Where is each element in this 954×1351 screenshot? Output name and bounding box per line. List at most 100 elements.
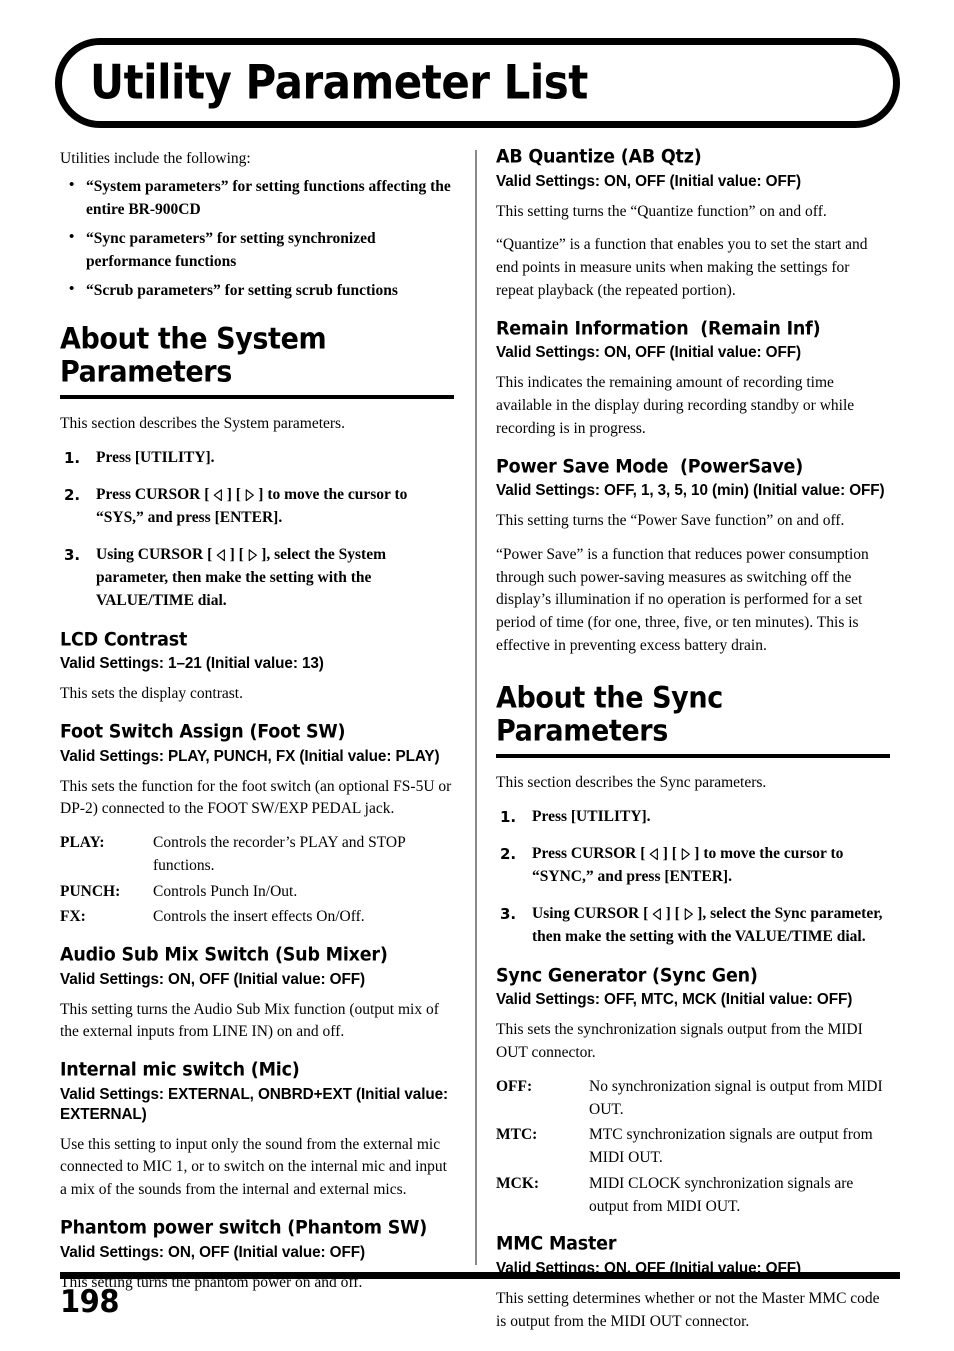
- step-number: 3.: [500, 904, 517, 923]
- parameter-description: This setting determines whether or not t…: [496, 1289, 880, 1330]
- section-heading-sync: About the Sync Parameters: [496, 680, 723, 748]
- procedure-step: 1. Press [UTILITY].: [60, 447, 454, 470]
- section-heading-system: About the System Parameters: [60, 321, 327, 390]
- step-text: Press [UTILITY].: [532, 807, 651, 825]
- right-column: AB Quantize (AB Qtz) Valid Settings: ON, …: [496, 146, 890, 1344]
- cursor-right-icon: [245, 489, 255, 502]
- step-number: 3.: [64, 545, 81, 564]
- sync-section-lead: This section describes the Sync paramete…: [496, 774, 767, 792]
- definition-description: MIDI CLOCK synchronization signals are o…: [589, 1174, 854, 1215]
- definition-term: MCK:: [496, 1174, 540, 1192]
- step-text: Using CURSOR [ ] [ ], select the Sync pa…: [532, 904, 883, 945]
- cursor-left-icon: [649, 848, 659, 861]
- procedure-step: 2. Press CURSOR [ ] [ ] to move the curso…: [496, 843, 890, 889]
- cursor-left-icon: [213, 489, 223, 502]
- definition-description: Controls the insert effects On/Off.: [153, 908, 365, 926]
- parameter-value-definitions: PLAY: Controls the recorder’s PLAY and ST…: [60, 832, 454, 929]
- step-number: 2.: [500, 844, 517, 863]
- cursor-left-icon: [216, 549, 226, 562]
- system-section-lead: This section describes the System parame…: [60, 415, 345, 433]
- definition-description: Controls Punch In/Out.: [153, 882, 298, 900]
- parameter-block: AB Quantize (AB Qtz) Valid Settings: ON, …: [496, 146, 890, 303]
- parameter-name: Power Save Mode (PowerSave): [496, 455, 804, 478]
- parameter-description: This sets the display contrast.: [60, 685, 243, 703]
- definition-row: PUNCH: Controls Punch In/Out.: [60, 881, 454, 904]
- page-title: Utility Parameter List: [90, 55, 588, 110]
- parameter-valid-settings: Valid Settings: OFF, 1, 3, 5, 10 (min) (…: [496, 482, 885, 500]
- cursor-right-icon: [681, 848, 691, 861]
- parameter-description: This setting turns the Audio Sub Mix fun…: [60, 1000, 439, 1041]
- page-title-banner: Utility Parameter List: [55, 38, 900, 128]
- sync-steps-list: 1. Press [UTILITY]. 2. Press CURSOR [ ] [ ]…: [496, 806, 890, 949]
- step-number: 2.: [64, 486, 81, 504]
- definition-row: FX: Controls the insert effects On/Off.: [60, 906, 454, 929]
- parameter-block: Internal mic switch (Mic) Valid Settings:…: [60, 1059, 454, 1202]
- step-text: Press [UTILITY].: [96, 449, 215, 467]
- left-column: Utilities include the following: “System…: [60, 148, 454, 1305]
- parameter-block: LCD Contrast Valid Settings: 1–21 (Initia…: [60, 629, 454, 706]
- intro-lead: Utilities include the following:: [60, 150, 251, 167]
- definition-term: MTC:: [496, 1126, 538, 1144]
- procedure-step: 1. Press [UTILITY].: [496, 806, 890, 829]
- intro-bullet-item: “Sync parameters” for setting synchroniz…: [60, 227, 454, 273]
- footer-rule: [60, 1272, 900, 1279]
- step-number: 1.: [500, 807, 517, 826]
- procedure-step: 3. Using CURSOR [ ] [ ], select the Sync …: [496, 903, 890, 949]
- definition-term: PLAY:: [60, 834, 105, 852]
- page-content: Utilities include the following: “System…: [0, 146, 954, 1330]
- step-text: Press CURSOR [ ] [ ] to move the cursor …: [96, 486, 408, 526]
- parameter-block: Power Save Mode (PowerSave) Valid Setting…: [496, 455, 890, 658]
- parameter-description: This setting turns the “Power Save funct…: [496, 512, 845, 530]
- parameter-valid-settings: Valid Settings: OFF, MTC, MCK (Initial v…: [496, 991, 853, 1009]
- parameter-name: LCD Contrast: [60, 629, 188, 651]
- parameter-description: This setting turns the “Quantize functio…: [496, 202, 827, 220]
- parameter-valid-settings: Valid Settings: EXTERNAL, ONBRD+EXT (Ini…: [60, 1085, 449, 1123]
- parameter-name: Phantom power switch (Phantom SW): [60, 1217, 428, 1239]
- parameter-valid-settings: Valid Settings: PLAY, PUNCH, FX (Initial…: [60, 747, 440, 765]
- intro-bullet-item: “Scrub parameters” for setting scrub fun…: [60, 279, 454, 302]
- page-number: 198: [60, 1283, 120, 1320]
- parameter-block: Foot Switch Assign (Foot SW) Valid Settin…: [60, 721, 454, 929]
- definition-description: MTC synchronization signals are output f…: [589, 1126, 873, 1167]
- step-number: 1.: [64, 449, 81, 468]
- parameter-description: This sets the synchronization signals ou…: [496, 1021, 863, 1061]
- definition-description: No synchronization signal is output from…: [589, 1077, 883, 1118]
- section-heading-rule: [60, 395, 454, 400]
- parameter-description: “Quantize” is a function that enables yo…: [496, 236, 868, 299]
- system-steps-list: 1. Press [UTILITY]. 2. Press CURSOR [ ] [ ]…: [60, 447, 454, 613]
- definition-row: MCK: MIDI CLOCK synchronization signals a…: [496, 1173, 890, 1219]
- parameter-value-definitions: OFF: No synchronization signal is output …: [496, 1076, 890, 1219]
- parameter-description: This indicates the remaining amount of r…: [496, 374, 855, 437]
- intro-bullet-list: “System parameters” for setting function…: [60, 175, 454, 302]
- definition-row: MTC: MTC synchronization signals are outp…: [496, 1124, 890, 1170]
- parameter-valid-settings: Valid Settings: ON, OFF (Initial value: …: [60, 970, 365, 988]
- parameter-name: Audio Sub Mix Switch (Sub Mixer): [60, 944, 388, 967]
- parameter-name: AB Quantize (AB Qtz): [496, 146, 702, 168]
- definition-row: PLAY: Controls the recorder’s PLAY and ST…: [60, 832, 454, 878]
- parameter-name: Remain Information (Remain Inf): [496, 317, 821, 340]
- parameter-description: “Power Save” is a function that reduces …: [496, 545, 869, 654]
- procedure-step: 3. Using CURSOR [ ] [ ], select the Syste…: [60, 544, 454, 613]
- system-parameters-list: LCD Contrast Valid Settings: 1–21 (Initia…: [60, 629, 454, 1295]
- parameter-block: Audio Sub Mix Switch (Sub Mixer) Valid Se…: [60, 944, 454, 1044]
- definition-term: PUNCH:: [60, 882, 121, 900]
- definition-description: Controls the recorder’s PLAY and STOP fu…: [153, 834, 406, 874]
- parameter-block: Phantom power switch (Phantom SW) Valid S…: [60, 1217, 454, 1294]
- parameter-block: Remain Information (Remain Inf) Valid Set…: [496, 317, 890, 441]
- cursor-right-icon: [684, 908, 694, 921]
- parameter-name: Sync Generator (Sync Gen): [496, 964, 758, 987]
- definition-term: FX:: [60, 908, 86, 926]
- parameter-name: MMC Master: [496, 1233, 617, 1256]
- parameter-valid-settings: Valid Settings: 1–21 (Initial value: 13): [60, 655, 324, 673]
- parameter-block: MMC Master Valid Settings: ON, OFF (Initi…: [496, 1233, 890, 1333]
- section-heading-rule-sync: [496, 754, 890, 759]
- right-top-parameters-list: AB Quantize (AB Qtz) Valid Settings: ON, …: [496, 146, 890, 658]
- parameter-description: This sets the function for the foot swit…: [60, 777, 452, 818]
- definition-row: OFF: No synchronization signal is output …: [496, 1076, 890, 1122]
- intro-bullet-item: “System parameters” for setting function…: [60, 175, 454, 221]
- parameter-valid-settings: Valid Settings: ON, OFF (Initial value: …: [60, 1243, 365, 1261]
- parameter-block: Sync Generator (Sync Gen) Valid Settings:…: [496, 964, 890, 1219]
- step-text: Using CURSOR [ ] [ ], select the System …: [96, 545, 387, 609]
- parameter-name: Internal mic switch (Mic): [60, 1059, 300, 1082]
- cursor-left-icon: [652, 908, 662, 921]
